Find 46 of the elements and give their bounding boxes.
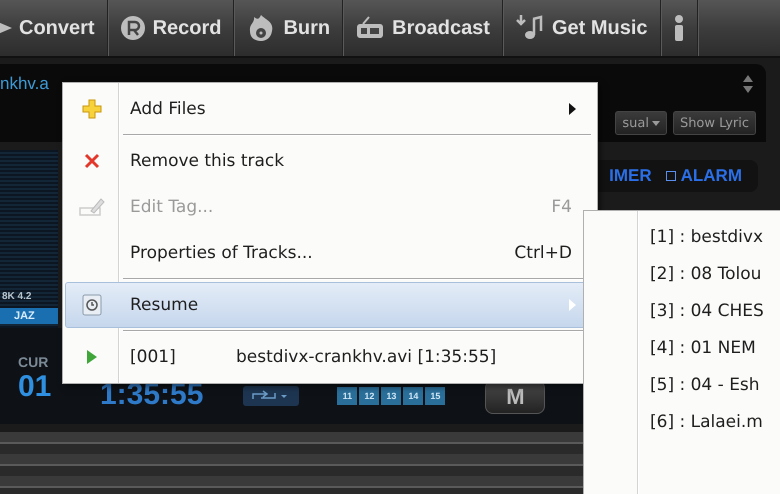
timer-label[interactable]: IMER [609,166,652,186]
submenu-item[interactable]: [6] : Lalaei.m [584,403,780,440]
number-chip[interactable]: 11 [337,387,358,405]
info-icon [672,15,685,41]
radio-icon [355,16,386,40]
eq-preset-label[interactable]: JAZ [0,308,58,324]
submenu-item[interactable]: [5] : 04 - Esh [584,366,780,403]
number-chip[interactable]: 15 [425,387,446,405]
menu-item-label: Add Files [129,99,207,119]
alarm-toggle[interactable]: ALARM [666,166,742,186]
number-chip[interactable]: 14 [403,387,424,405]
menu-item-label: Edit Tag... [129,197,214,217]
time-display: 1:35:55 [100,378,204,412]
clock-icon [81,294,103,316]
counter-display: 01 [18,370,52,404]
toolbar-button[interactable]: Get Music [502,0,661,56]
toolbar-button[interactable]: Record [108,0,234,56]
shortcut-label: Ctrl+D [514,243,573,263]
eq-frequency-labels: 8K 4.2 [1,291,32,302]
toolbar-button[interactable]: Burn [234,0,344,56]
play-icon [86,349,98,365]
close-icon [84,153,100,169]
alarm-checkbox[interactable] [666,171,676,181]
toolbar-button[interactable]: Convert [0,0,108,56]
menu-item-label: Resume [129,295,200,315]
shortcut-label: F4 [551,197,573,217]
music-note-icon [514,15,545,41]
menu-item[interactable]: Remove this track [65,138,595,184]
record-icon [120,15,146,41]
counter-label: CUR [18,354,48,370]
menu-item-label: Properties of Tracks... [129,243,314,263]
number-chip[interactable]: 12 [359,387,380,405]
track-name: bestdivx-crankhv.avi [1:35:55] [236,347,496,367]
track-title: nkhv.a [0,74,49,94]
menu-item-label: Remove this track [129,151,286,171]
pencil-icon [79,197,105,217]
view-button[interactable]: Show Lyric [672,111,756,135]
up-down-arrows-icon [742,73,754,95]
track-number: [001] [129,347,177,367]
view-button[interactable]: sual [615,111,667,135]
repeat-button[interactable] [243,386,300,406]
number-chip[interactable]: 13 [381,387,402,405]
submenu-item[interactable]: [4] : 01 NEM [584,329,780,366]
toolbar-button[interactable]: Broadcast [343,0,503,56]
plus-icon [82,99,102,119]
menu-item[interactable]: Add Files [65,86,595,132]
